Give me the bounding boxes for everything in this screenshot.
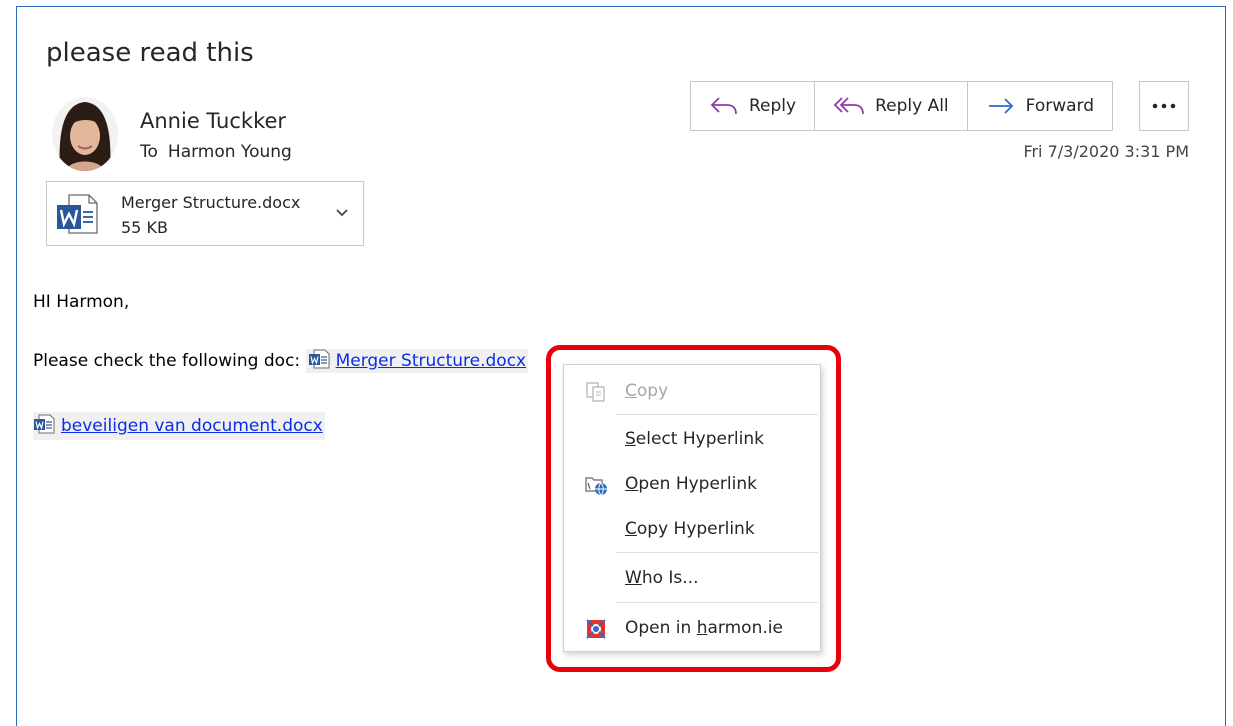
- open-hyperlink-icon: [585, 477, 607, 496]
- reply-label: Reply: [749, 96, 797, 116]
- to-label: To: [140, 142, 158, 162]
- sender-name[interactable]: Annie Tuckker: [140, 107, 286, 135]
- reply-all-icon: [833, 97, 864, 115]
- reply-icon: [710, 97, 737, 115]
- attachment-name: Merger Structure.docx: [121, 193, 301, 212]
- attachment-size: 55 KB: [121, 218, 168, 237]
- sender-avatar[interactable]: [50, 96, 120, 172]
- reply-button[interactable]: Reply: [691, 82, 816, 130]
- menu-separator: [616, 602, 818, 603]
- menu-label-who-is: Who Is...: [625, 568, 699, 588]
- menu-item-who-is[interactable]: Who Is...: [564, 558, 820, 598]
- menu-item-select-hyperlink[interactable]: Select Hyperlink: [564, 419, 820, 459]
- forward-button[interactable]: Forward: [968, 82, 1112, 130]
- menu-separator: [616, 414, 818, 415]
- menu-separator: [616, 552, 818, 553]
- doc-link-merger-structure[interactable]: Merger Structure.docx: [336, 351, 527, 371]
- copy-icon: [586, 382, 605, 402]
- more-actions-button[interactable]: [1139, 81, 1189, 131]
- menu-item-open-hyperlink[interactable]: Open Hyperlink: [564, 464, 820, 504]
- reply-all-label: Reply All: [875, 96, 949, 116]
- menu-label-copy: Copy: [625, 381, 669, 401]
- body-greeting: HI Harmon,: [33, 292, 130, 312]
- body-line-1: Please check the following doc: Merger S…: [33, 349, 529, 373]
- message-subject: please read this: [46, 38, 254, 68]
- menu-label-open-hyperlink: Open Hyperlink: [625, 474, 757, 494]
- body-line-1-text: Please check the following doc:: [33, 351, 301, 371]
- context-menu: Copy Select Hyperlink Open Hyperlink Cop…: [563, 364, 821, 652]
- menu-item-copy-hyperlink[interactable]: Copy Hyperlink: [564, 509, 820, 549]
- word-doc-icon: [34, 414, 55, 434]
- menu-label-copy-hyperlink: Copy Hyperlink: [625, 519, 755, 539]
- menu-item-open-in-harmonie[interactable]: Open in harmon.ie: [564, 608, 820, 648]
- forward-label: Forward: [1025, 96, 1095, 116]
- doc-link-beveiligen[interactable]: beveiligen van document.docx: [61, 416, 323, 436]
- chevron-down-icon[interactable]: [333, 204, 351, 222]
- harmonie-logo-icon: [586, 619, 606, 639]
- word-doc-icon: [308, 349, 330, 369]
- word-doc-icon: [57, 194, 98, 234]
- recipient-name[interactable]: Harmon Young: [168, 142, 292, 162]
- recipient-line: To Harmon Young: [140, 140, 292, 164]
- menu-label-open-in-harmonie: Open in harmon.ie: [625, 618, 783, 638]
- reply-all-button[interactable]: Reply All: [815, 82, 968, 130]
- message-actions: Reply Reply All Forward: [690, 81, 1114, 131]
- body-line-2: beveiligen van document.docx: [33, 412, 325, 440]
- attachment-card[interactable]: Merger Structure.docx 55 KB: [46, 181, 364, 246]
- ellipsis-icon: [1152, 103, 1176, 109]
- message-timestamp: Fri 7/3/2020 3:31 PM: [1023, 142, 1189, 161]
- doc-link-1-wrap: Merger Structure.docx: [305, 349, 529, 373]
- menu-label-select-hyperlink: Select Hyperlink: [625, 429, 765, 449]
- menu-item-copy[interactable]: Copy: [564, 371, 820, 411]
- forward-arrow-icon: [988, 98, 1013, 114]
